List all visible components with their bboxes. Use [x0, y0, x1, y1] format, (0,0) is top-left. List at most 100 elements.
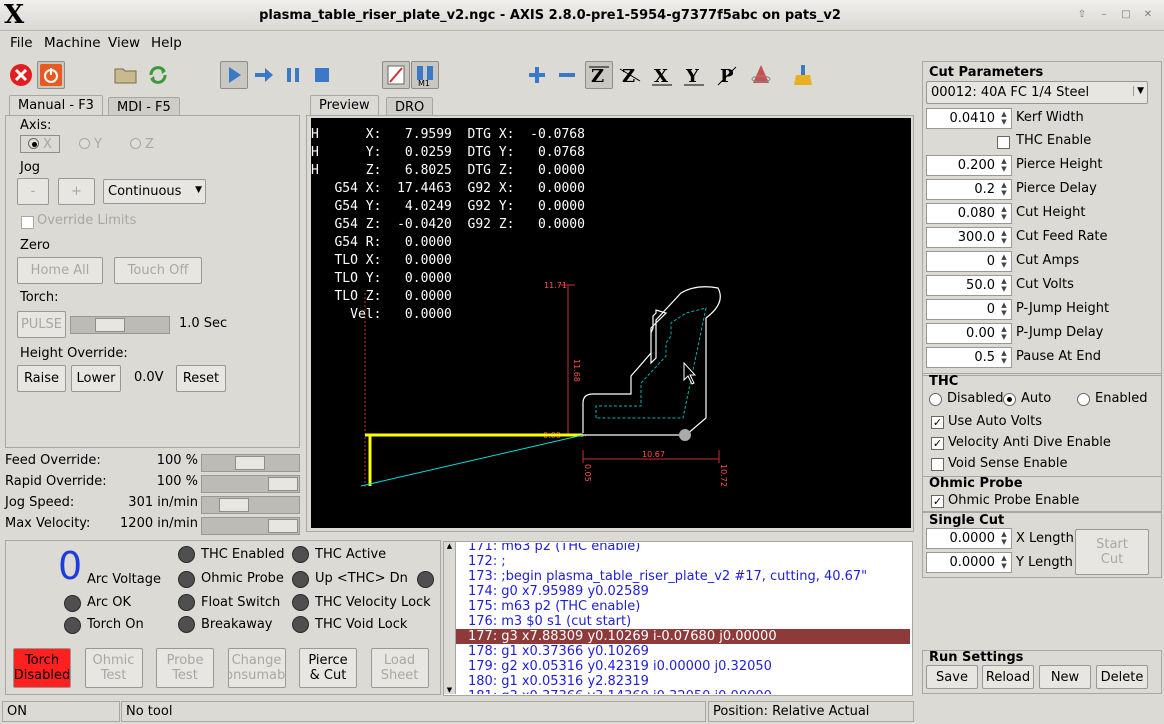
tab-manual[interactable]: Manual - F3: [9, 95, 103, 116]
ohmic-probe-enable-checkbox[interactable]: ✓: [931, 495, 944, 508]
save-button[interactable]: Save: [926, 665, 978, 689]
spin-arrows-icon[interactable]: ▲ ▼: [998, 554, 1010, 571]
spin-arrows-icon[interactable]: ▲ ▼: [998, 205, 1010, 222]
close-window-icon[interactable]: ✕: [1141, 8, 1155, 22]
touch-off-button[interactable]: Touch Off: [114, 257, 202, 284]
slider-thumb[interactable]: [219, 498, 249, 512]
gcode-line[interactable]: 180: g1 x0.05316 y2.82319: [456, 674, 910, 689]
spin-arrows-icon[interactable]: ▲ ▼: [998, 157, 1010, 174]
gcode-scrollbar[interactable]: ▲ ▼: [444, 542, 456, 694]
use-auto-volts-checkbox[interactable]: ✓: [931, 416, 944, 429]
view-z-icon[interactable]: Z: [585, 61, 613, 89]
raise-button[interactable]: Raise: [17, 365, 66, 392]
gcode-line[interactable]: 179: g2 x0.05316 y0.42319 i0.00000 j0.320…: [456, 659, 910, 674]
gcode-line[interactable]: 177: g3 x7.88309 y0.10269 i-0.07680 j0.00…: [456, 629, 910, 644]
tab-dro[interactable]: DRO: [386, 97, 434, 116]
spin-arrows-icon[interactable]: ▲ ▼: [998, 277, 1010, 294]
gcode-line[interactable]: 178: g1 x0.37366 y0.10269: [456, 644, 910, 659]
clear-plot-icon[interactable]: [789, 61, 817, 89]
void-sense-checkbox[interactable]: [931, 458, 944, 471]
axis-y-radio[interactable]: [79, 138, 90, 149]
spin-arrows-icon[interactable]: ▲ ▼: [998, 181, 1010, 198]
gcode-line[interactable]: 172:;: [456, 554, 910, 569]
x-length-spinbox[interactable]: 0.0000 ▲ ▼: [926, 528, 1012, 549]
velocity-anti-dive-checkbox[interactable]: ✓: [931, 437, 944, 450]
shade-window-icon[interactable]: ⇧: [1075, 8, 1089, 22]
machine-power-icon[interactable]: [37, 61, 65, 89]
max-velocity-slider[interactable]: [201, 517, 300, 535]
slider-thumb[interactable]: [235, 456, 265, 470]
slider-thumb[interactable]: [268, 477, 298, 491]
tab-preview[interactable]: Preview: [310, 95, 379, 116]
spin-arrows-icon[interactable]: ▲ ▼: [998, 301, 1010, 318]
feed-override-slider[interactable]: [201, 454, 300, 472]
menu-machine[interactable]: Machine: [44, 35, 101, 51]
estop-icon[interactable]: [7, 61, 35, 89]
probe-test-button[interactable]: Probe Test: [156, 648, 214, 688]
reload-button[interactable]: Reload: [982, 665, 1034, 689]
delete-button[interactable]: Delete: [1096, 665, 1148, 689]
p-jump-delay-spinbox[interactable]: 0.00 ▲ ▼: [926, 323, 1012, 344]
ohmic-test-button[interactable]: Ohmic Test: [84, 648, 143, 688]
slider-thumb[interactable]: [268, 519, 298, 533]
reset-button[interactable]: Reset: [176, 365, 226, 392]
cut-height-spinbox[interactable]: 0.080 ▲ ▼: [926, 203, 1012, 224]
p-jump-height-spinbox[interactable]: 0 ▲ ▼: [926, 299, 1012, 320]
gcode-line[interactable]: 176: m3 $0 s1 (cut start): [456, 614, 910, 629]
menu-help[interactable]: Help: [151, 35, 182, 51]
material-select[interactable]: 00012: 40A FC 1/4 Steel ▼: [926, 81, 1148, 104]
cut-volts-spinbox[interactable]: 50.0 ▲ ▼: [926, 275, 1012, 296]
pulse-time-slider[interactable]: [70, 316, 170, 334]
cut-feed-rate-spinbox[interactable]: 300.0 ▲ ▼: [926, 227, 1012, 248]
spin-arrows-icon[interactable]: ▲ ▼: [998, 253, 1010, 270]
rotate-view-icon[interactable]: [747, 61, 775, 89]
pulse-button[interactable]: PULSE: [17, 311, 66, 338]
spin-arrows-icon[interactable]: ▲ ▼: [998, 110, 1010, 127]
slider-thumb[interactable]: [95, 318, 125, 332]
gcode-list[interactable]: 171: m63 p2 (THC enable) 172:; 173: ;begin p…: [456, 543, 910, 694]
minimize-window-icon[interactable]: –: [1097, 8, 1111, 22]
axis-z-radio[interactable]: [130, 138, 141, 149]
rapid-override-slider[interactable]: [201, 475, 300, 493]
menu-view[interactable]: View: [108, 35, 140, 51]
jog-plus-button[interactable]: +: [58, 178, 95, 205]
new-button[interactable]: New: [1039, 665, 1091, 689]
thc-disabled-radio[interactable]: [929, 393, 942, 406]
y-length-spinbox[interactable]: 0.0000 ▲ ▼: [926, 552, 1012, 573]
jog-speed-slider[interactable]: [201, 496, 300, 514]
open-file-icon[interactable]: [112, 61, 140, 89]
jog-mode-select[interactable]: Continuous ▼: [103, 179, 206, 204]
view-p-icon[interactable]: P: [714, 61, 742, 89]
lower-button[interactable]: Lower: [71, 365, 121, 392]
pause-at-end-spinbox[interactable]: 0.5 ▲ ▼: [926, 347, 1012, 368]
cut-amps-spinbox[interactable]: 0 ▲ ▼: [926, 251, 1012, 272]
zoom-out-icon[interactable]: [553, 61, 581, 89]
stop-program-icon[interactable]: [308, 61, 336, 89]
optional-stop-icon[interactable]: M1: [411, 61, 439, 89]
block-delete-icon[interactable]: [382, 61, 410, 89]
thc-auto-radio[interactable]: [1003, 393, 1016, 406]
pierce-delay-spinbox[interactable]: 0.2 ▲ ▼: [926, 179, 1012, 200]
axis-x-radio-frame[interactable]: [20, 135, 60, 153]
spin-arrows-icon[interactable]: ▲ ▼: [998, 349, 1010, 366]
spin-arrows-icon[interactable]: ▲ ▼: [998, 229, 1010, 246]
gcode-line[interactable]: 174: g0 x7.95989 y0.02589: [456, 584, 910, 599]
change-consumable-button[interactable]: Change Consumable: [227, 648, 286, 688]
gcode-line[interactable]: 173: ;begin plasma_table_riser_plate_v2 #…: [456, 569, 910, 584]
spin-arrows-icon[interactable]: ▲ ▼: [998, 325, 1010, 342]
gcode-line[interactable]: 175: m63 p2 (THC enable): [456, 599, 910, 614]
start-cut-button[interactable]: Start Cut: [1075, 529, 1149, 575]
step-program-icon[interactable]: [250, 61, 278, 89]
kerf-width-spinbox[interactable]: 0.0410 ▲ ▼: [926, 108, 1012, 129]
pause-program-icon[interactable]: [279, 61, 307, 89]
maximize-window-icon[interactable]: □: [1119, 8, 1133, 22]
reload-file-icon[interactable]: [144, 61, 172, 89]
load-sheet-button[interactable]: Load Sheet: [370, 648, 429, 688]
view-x-icon[interactable]: X: [648, 61, 676, 89]
gcode-line[interactable]: 171: m63 p2 (THC enable): [456, 543, 910, 554]
scroll-down-icon[interactable]: ▼: [444, 686, 455, 694]
axis-x-radio[interactable]: [28, 138, 39, 149]
scroll-up-icon[interactable]: ▲: [444, 542, 455, 550]
thc-enabled-radio[interactable]: [1077, 393, 1090, 406]
torch-disabled-button[interactable]: Torch Disabled: [13, 648, 71, 688]
